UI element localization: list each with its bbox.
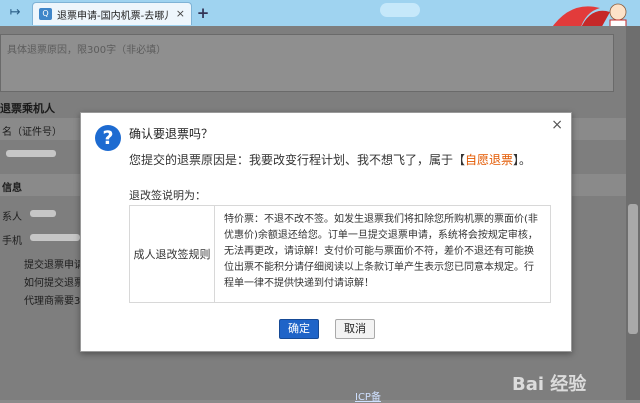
rules-heading: 退改签说明为：	[129, 189, 206, 202]
cloud-decoration	[380, 3, 420, 17]
dialog-title: 确认要退票吗？	[129, 127, 214, 141]
redacted-contact	[30, 210, 56, 217]
refund-reason-text: 您提交的退票原因是：我要改变行程计划、我不想飞了，属于【自愿退票】。	[129, 151, 531, 168]
browser-tab-bar: ↦ Q 退票申请-国内机票-去哪儿 × +	[0, 0, 640, 30]
baidu-watermark: Bai 经验	[512, 374, 587, 395]
redacted-phone	[30, 234, 80, 241]
tip-line: 提交退票申请	[24, 260, 84, 271]
reason-prefix: 您提交的退票原因是：我要改变行程计划、我不想飞了，属于【	[129, 153, 466, 167]
reason-suffix: 】。	[513, 153, 532, 167]
page-scrollbar[interactable]	[626, 26, 640, 400]
browser-tab-title: 退票申请-国内机票-去哪儿	[57, 11, 169, 22]
contact-section-title: 信息	[2, 183, 22, 194]
rules-table: 成人退改签规则 特价票：不退不改不签。如发生退票我们将扣除您所购机票的票面价(非…	[129, 205, 551, 303]
name-column-header: 名（证件号）	[2, 127, 62, 138]
contact-name-label: 系人	[2, 212, 22, 223]
tab-close-icon[interactable]: ×	[176, 7, 185, 20]
dialog-close-icon[interactable]: ×	[551, 117, 563, 133]
reason-highlight: 自愿退票	[465, 153, 514, 167]
forward-arrow-icon[interactable]: ↦	[6, 4, 24, 22]
refund-reason-placeholder: 具体退票原因，限300字（非必填）	[7, 45, 167, 56]
rules-label: 成人退改签规则	[130, 206, 215, 302]
tip-line: 代理商需要3	[24, 296, 81, 307]
tip-line: 如何提交退票	[24, 278, 84, 289]
refund-confirm-dialog: × ? 确认要退票吗？ 您提交的退票原因是：我要改变行程计划、我不想飞了，属于【…	[80, 112, 572, 352]
rules-text: 特价票：不退不改不签。如发生退票我们将扣除您所购机票的票面价(非优惠价)余额退还…	[224, 214, 538, 289]
redacted-passenger	[6, 150, 56, 157]
icp-footer-link[interactable]: ICP备	[355, 388, 381, 403]
qunar-favicon-icon: Q	[39, 8, 52, 20]
question-icon: ?	[95, 125, 121, 151]
confirm-button[interactable]: 确定	[279, 319, 319, 339]
refund-reason-textarea[interactable]: 具体退票原因，限300字（非必填）	[0, 34, 614, 92]
scrollbar-thumb[interactable]	[628, 204, 638, 334]
cancel-button[interactable]: 取消	[335, 319, 375, 339]
new-tab-button[interactable]: +	[194, 4, 212, 22]
browser-tab[interactable]: Q 退票申请-国内机票-去哪儿 ×	[32, 2, 192, 25]
contact-phone-label: 手机	[2, 236, 22, 247]
